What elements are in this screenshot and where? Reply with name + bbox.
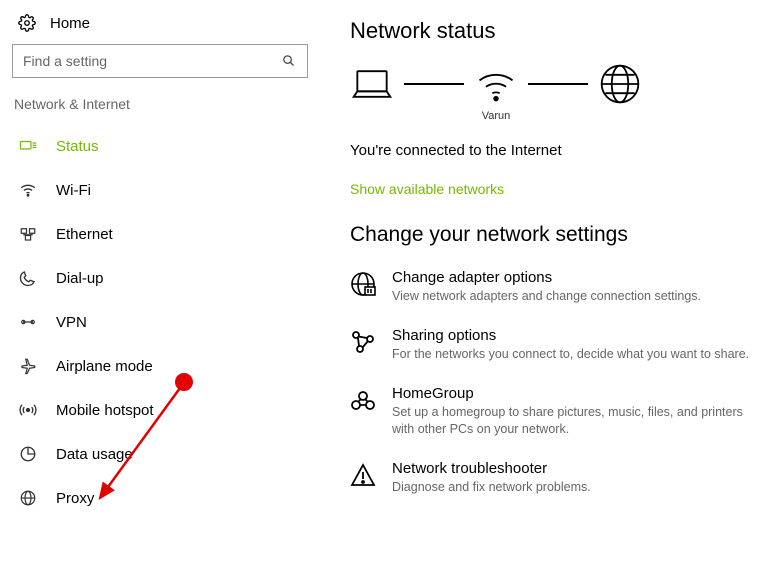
sidebar-item-airplane[interactable]: Airplane mode: [12, 344, 320, 388]
datausage-icon: [18, 444, 38, 464]
globe-icon: [18, 488, 38, 508]
laptop-node: [350, 62, 394, 124]
globe-node: [598, 62, 642, 124]
sidebar-item-hotspot[interactable]: Mobile hotspot: [12, 388, 320, 432]
ethernet-icon: [18, 224, 38, 244]
wifi-signal-icon: [474, 62, 518, 106]
search-field[interactable]: [23, 53, 281, 69]
home-link[interactable]: Home: [12, 10, 320, 44]
homegroup-icon: [350, 387, 376, 413]
dialup-icon: [18, 268, 38, 288]
sidebar-item-vpn[interactable]: VPN: [12, 300, 320, 344]
sidebar-item-ethernet[interactable]: Ethernet: [12, 212, 320, 256]
nav-label: VPN: [56, 314, 87, 331]
sidebar-item-datausage[interactable]: Data usage: [12, 432, 320, 476]
sidebar-item-status[interactable]: Status: [12, 124, 320, 168]
search-icon: [281, 53, 297, 69]
status-icon: [18, 136, 38, 156]
sidebar-item-proxy[interactable]: Proxy: [12, 476, 320, 520]
diagram-line: [404, 83, 464, 85]
diagram-line: [528, 83, 588, 85]
option-desc: View network adapters and change connect…: [392, 288, 701, 305]
nav-label: Proxy: [56, 490, 94, 507]
nav-label: Mobile hotspot: [56, 402, 154, 419]
nav-label: Ethernet: [56, 226, 113, 243]
nav-label: Data usage: [56, 446, 133, 463]
network-diagram: Varun: [350, 62, 763, 124]
show-networks-link[interactable]: Show available networks: [350, 181, 504, 197]
adapter-icon: [350, 271, 376, 297]
sidebar: Home Network & Internet Status Wi-Fi: [0, 0, 320, 564]
option-title: HomeGroup: [392, 385, 763, 402]
wifi-node: Varun: [474, 62, 518, 124]
main-content: Network status Varun: [320, 0, 773, 564]
laptop-icon: [350, 62, 394, 106]
sharing-icon: [350, 329, 376, 355]
option-title: Change adapter options: [392, 269, 701, 286]
page-title: Network status: [350, 18, 763, 44]
airplane-icon: [18, 356, 38, 376]
section-label: Network & Internet: [12, 92, 320, 124]
nav-label: Wi-Fi: [56, 182, 91, 199]
hotspot-icon: [18, 400, 38, 420]
sidebar-item-dialup[interactable]: Dial-up: [12, 256, 320, 300]
wifi-name-label: Varun: [482, 110, 511, 124]
option-desc: Diagnose and fix network problems.: [392, 479, 591, 496]
warning-icon: [350, 462, 376, 488]
connection-status: You're connected to the Internet: [350, 142, 763, 159]
nav-list: Status Wi-Fi Ethernet Dial-up: [12, 124, 320, 520]
option-adapter[interactable]: Change adapter options View network adap…: [350, 269, 763, 305]
sidebar-item-wifi[interactable]: Wi-Fi: [12, 168, 320, 212]
change-settings-heading: Change your network settings: [350, 223, 763, 247]
home-label: Home: [50, 15, 90, 32]
nav-label: Airplane mode: [56, 358, 153, 375]
option-title: Network troubleshooter: [392, 460, 591, 477]
search-input[interactable]: [12, 44, 308, 78]
nav-label: Status: [56, 138, 99, 155]
gear-icon: [18, 14, 36, 32]
option-desc: For the networks you connect to, decide …: [392, 346, 749, 363]
option-homegroup[interactable]: HomeGroup Set up a homegroup to share pi…: [350, 385, 763, 438]
option-sharing[interactable]: Sharing options For the networks you con…: [350, 327, 763, 363]
globe-large-icon: [598, 62, 642, 106]
option-desc: Set up a homegroup to share pictures, mu…: [392, 404, 763, 438]
vpn-icon: [18, 312, 38, 332]
option-title: Sharing options: [392, 327, 749, 344]
wifi-icon: [18, 180, 38, 200]
nav-label: Dial-up: [56, 270, 104, 287]
option-troubleshooter[interactable]: Network troubleshooter Diagnose and fix …: [350, 460, 763, 496]
